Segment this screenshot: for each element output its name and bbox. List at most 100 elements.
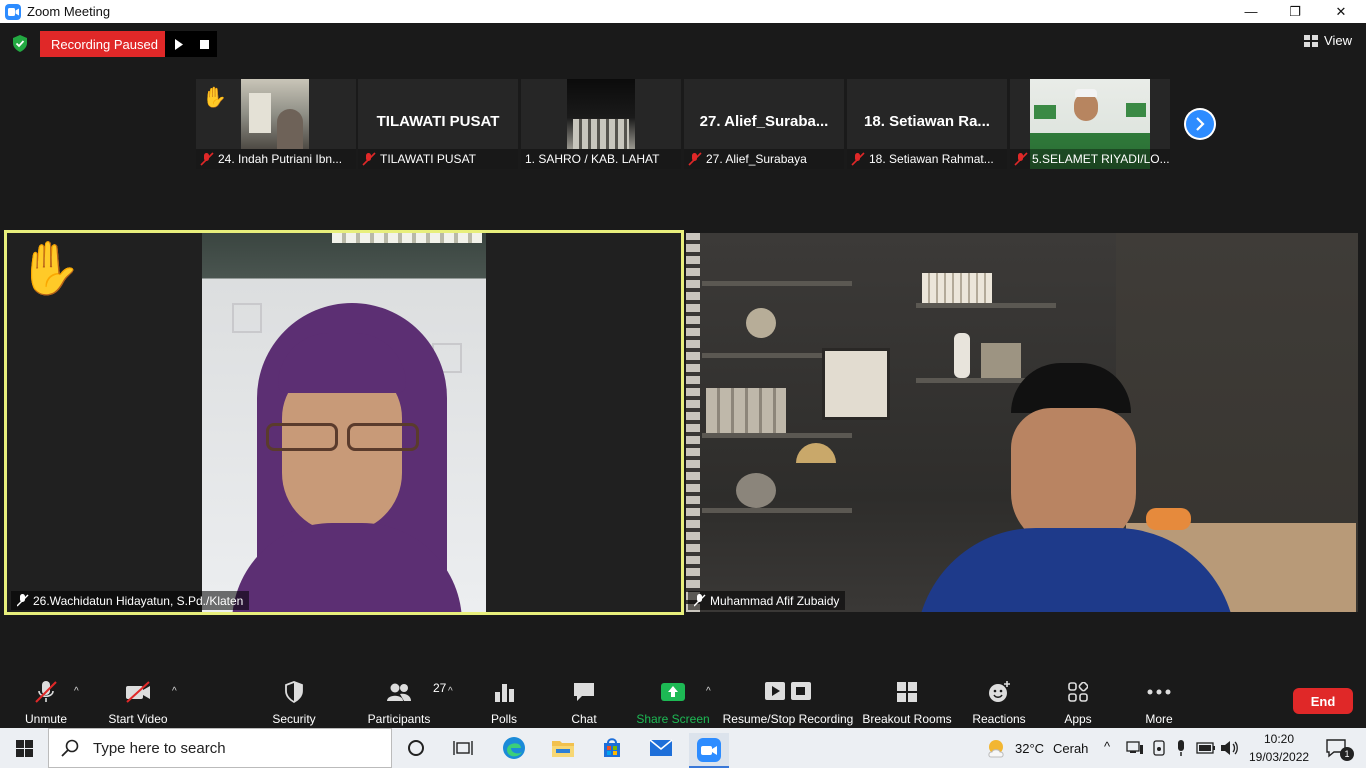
weather-button[interactable] [978,733,1014,763]
notifications-button[interactable]: 1 [1318,733,1354,763]
participants-button[interactable]: 27 Participants [368,678,447,726]
video-options-caret-icon[interactable]: ^ [172,686,177,697]
speaker-name: 26.Wachidatun Hidayatun, S.Pd./Klaten [33,593,244,608]
resume-recording-button[interactable] [165,31,191,57]
unmute-label: Unmute [24,712,68,726]
participant-tile[interactable]: 18. Setiawan Ra... 18. Setiawan Rahmat..… [847,79,1007,169]
breakout-rooms-label: Breakout Rooms [862,712,952,726]
participant-video-frame [686,233,1358,612]
security-button[interactable]: Security [272,678,316,726]
participant-big-name: 18. Setiawan Ra... [864,113,990,130]
participant-tile[interactable]: TILAWATI PUSAT TILAWATI PUSAT [358,79,518,169]
cortana-circle-icon [408,740,424,756]
participant-tile[interactable]: 5.SELAMET RIYADI/LO... [1010,79,1170,169]
participant-name: Muhammad Afif Zubaidy [710,593,840,608]
recording-controls-icon [765,682,811,700]
muted-mic-icon [851,152,865,166]
audio-options-caret-icon[interactable]: ^ [74,686,79,697]
participant-tile[interactable]: 27. Alief_Suraba... 27. Alief_Surabaya [684,79,844,169]
breakout-rooms-icon [897,682,917,702]
participant-name-bar: 5.SELAMET RIYADI/LO... [1010,149,1170,169]
tray-chevron-up-icon[interactable]: ^ [1104,739,1110,754]
reactions-button[interactable]: Reactions [972,678,1026,726]
unmute-button[interactable]: Unmute [24,678,68,726]
start-video-label: Start Video [108,712,168,726]
active-speaker-video[interactable]: ✋ 26.Wachidatun Hidayatun, S.Pd./Klaten [4,230,684,615]
meeting-toolbar: Unmute ^ Start Video ^ Security 27 Parti… [0,672,1366,728]
participants-icon [387,683,411,701]
participant-video [241,79,309,149]
zoom-app-icon [5,3,21,20]
clock-date[interactable]: 19/03/2022 [1249,750,1309,764]
participant-name: 24. Indah Putriani Ibn... [218,152,343,166]
share-screen-button[interactable]: Share Screen [636,678,710,726]
taskbar-search-box[interactable]: Type here to search [48,728,392,768]
participant-name-bar: 1. SAHRO / KAB. LAHAT [521,149,681,169]
close-icon: ✕ [1335,3,1347,19]
meeting-top-bar: Recording Paused View [0,23,1366,65]
file-explorer-button[interactable] [543,733,583,763]
next-page-button[interactable] [1184,108,1216,140]
store-icon [604,738,620,757]
maximize-icon: ❐ [1289,3,1301,19]
microsoft-store-button[interactable] [592,733,632,763]
raised-hand-icon: ✋ [202,87,227,109]
more-dots-icon [1147,689,1171,695]
folder-icon [552,741,574,757]
participant-name-bar: 18. Setiawan Rahmat... [847,149,1007,169]
share-screen-icon [661,683,685,701]
stop-recording-button[interactable] [191,31,217,57]
more-button[interactable]: More [1142,678,1176,726]
minimize-icon: — [1244,4,1258,19]
resume-stop-recording-button[interactable]: Resume/Stop Recording [722,678,854,726]
close-button[interactable]: ✕ [1318,0,1364,23]
resume-stop-recording-label: Resume/Stop Recording [722,712,854,726]
polls-label: Polls [490,712,517,726]
apps-icon [1068,682,1088,702]
edge-icon [503,737,525,759]
participant-name-bar: 27. Alief_Surabaya [684,149,844,169]
notification-count: 1 [1340,747,1354,761]
more-label: More [1145,712,1173,726]
stop-icon [199,39,209,49]
muted-mic-icon [1014,152,1028,166]
start-video-button[interactable]: Start Video [108,678,168,726]
participant-name-bar: TILAWATI PUSAT [358,149,518,169]
participants-options-caret-icon[interactable]: ^ [448,686,453,697]
participant-name-bar: 24. Indah Putriani Ibn... [196,149,356,169]
zoom-taskbar-button[interactable] [689,733,729,768]
encryption-shield-icon[interactable] [12,35,28,52]
volume-icon[interactable] [1218,733,1242,763]
edge-browser-button[interactable] [494,733,534,763]
raised-hand-icon: ✋ [17,240,82,298]
end-meeting-button[interactable]: End [1293,688,1353,714]
apps-button[interactable]: Apps [1062,678,1094,726]
chat-label: Chat [571,712,597,726]
participant-main-video[interactable]: Muhammad Afif Zubaidy [686,233,1358,612]
participant-name: 18. Setiawan Rahmat... [869,152,994,166]
start-button[interactable] [4,733,44,763]
speaker-video-frame [202,233,486,612]
participant-tile[interactable]: 1. SAHRO / KAB. LAHAT [521,79,681,169]
battery-icon[interactable] [1194,733,1218,763]
cortana-button[interactable] [396,733,436,763]
participant-big-name: TILAWATI PUSAT [376,113,500,130]
participant-video [567,79,635,149]
mail-button[interactable] [641,733,681,763]
maximize-button[interactable]: ❐ [1272,0,1318,23]
microphone-icon[interactable] [1170,733,1192,763]
share-options-caret-icon[interactable]: ^ [706,686,711,697]
network-icon[interactable] [1122,733,1148,763]
muted-mic-icon [200,152,214,166]
polls-button[interactable]: Polls [488,678,520,726]
participant-tile[interactable]: ✋ 24. Indah Putriani Ibn... [196,79,356,169]
view-button[interactable]: View [1304,33,1352,48]
breakout-rooms-button[interactable]: Breakout Rooms [862,678,952,726]
minimize-button[interactable]: — [1228,0,1274,23]
play-icon [174,38,183,50]
chat-button[interactable]: Chat [570,678,598,726]
clock-time[interactable]: 10:20 [1264,732,1294,746]
device-icon[interactable] [1148,733,1170,763]
view-label: View [1324,33,1352,48]
task-view-button[interactable] [443,733,483,763]
